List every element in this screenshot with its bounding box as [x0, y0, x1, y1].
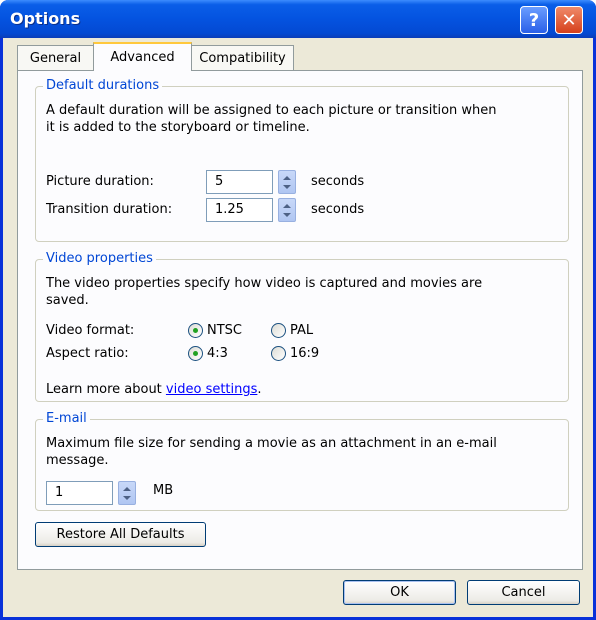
spin-down-icon	[123, 496, 131, 500]
transition-duration-input[interactable]: 1.25	[206, 198, 273, 222]
transition-duration-label: Transition duration:	[46, 202, 173, 217]
picture-duration-label: Picture duration:	[46, 174, 154, 189]
aspect-16-9-label[interactable]: 16:9	[290, 346, 319, 361]
email-size-input[interactable]: 1	[46, 481, 113, 505]
close-button[interactable]: ✕	[555, 6, 583, 34]
email-legend: E-mail	[43, 411, 90, 426]
default-durations-group: Default durations A default duration wil…	[35, 78, 569, 242]
ntsc-radio[interactable]	[188, 323, 203, 338]
transition-duration-unit: seconds	[311, 202, 365, 217]
learn-more-text: Learn more about video settings.	[46, 382, 262, 397]
transition-duration-spinner[interactable]	[278, 198, 296, 222]
aspect-16-9-radio[interactable]	[271, 346, 286, 361]
video-properties-description-1: The video properties specify how video i…	[46, 276, 483, 291]
tab-general[interactable]: General	[17, 45, 94, 70]
title-bar[interactable]: Options ? ✕	[0, 0, 596, 38]
window-title: Options	[10, 9, 81, 28]
email-description-1: Maximum file size for sending a movie as…	[46, 436, 497, 451]
video-format-label: Video format:	[46, 323, 135, 338]
ok-button[interactable]: OK	[343, 580, 456, 605]
aspect-ratio-label: Aspect ratio:	[46, 346, 129, 361]
options-dialog: Options ? ✕ General Advanced Compatibili…	[0, 0, 596, 620]
learn-more-prefix: Learn more about	[46, 382, 166, 397]
help-button[interactable]: ?	[520, 6, 548, 34]
email-group: E-mail Maximum file size for sending a m…	[35, 411, 569, 511]
default-durations-description-1: A default duration will be assigned to e…	[46, 103, 497, 118]
video-properties-description-2: saved.	[46, 293, 89, 308]
picture-duration-unit: seconds	[311, 174, 365, 189]
tab-compatibility[interactable]: Compatibility	[191, 45, 294, 70]
video-settings-link[interactable]: video settings	[166, 382, 257, 397]
cancel-button[interactable]: Cancel	[467, 580, 580, 605]
learn-more-suffix: .	[257, 382, 262, 397]
close-icon: ✕	[561, 9, 577, 31]
email-size-unit: MB	[153, 483, 174, 498]
picture-duration-input[interactable]: 5	[206, 170, 273, 194]
spin-down-icon	[283, 213, 291, 217]
help-icon: ?	[528, 9, 540, 31]
spin-up-icon	[123, 487, 131, 491]
aspect-4-3-label[interactable]: 4:3	[207, 346, 228, 361]
video-properties-legend: Video properties	[43, 251, 156, 266]
default-durations-description-2: it is added to the storyboard or timelin…	[46, 120, 310, 135]
default-durations-legend: Default durations	[43, 78, 163, 93]
spin-down-icon	[283, 185, 291, 189]
email-size-spinner[interactable]	[118, 481, 136, 505]
email-description-2: message.	[46, 453, 109, 468]
spin-up-icon	[283, 204, 291, 208]
pal-radio[interactable]	[271, 323, 286, 338]
video-properties-group: Video properties The video properties sp…	[35, 251, 569, 402]
restore-all-defaults-button[interactable]: Restore All Defaults	[35, 522, 206, 547]
pal-label[interactable]: PAL	[290, 323, 313, 338]
spin-up-icon	[283, 176, 291, 180]
picture-duration-spinner[interactable]	[278, 170, 296, 194]
ntsc-label[interactable]: NTSC	[207, 323, 242, 338]
tab-advanced[interactable]: Advanced	[93, 42, 192, 71]
advanced-panel: Default durations A default duration wil…	[17, 70, 583, 570]
aspect-4-3-radio[interactable]	[188, 346, 203, 361]
